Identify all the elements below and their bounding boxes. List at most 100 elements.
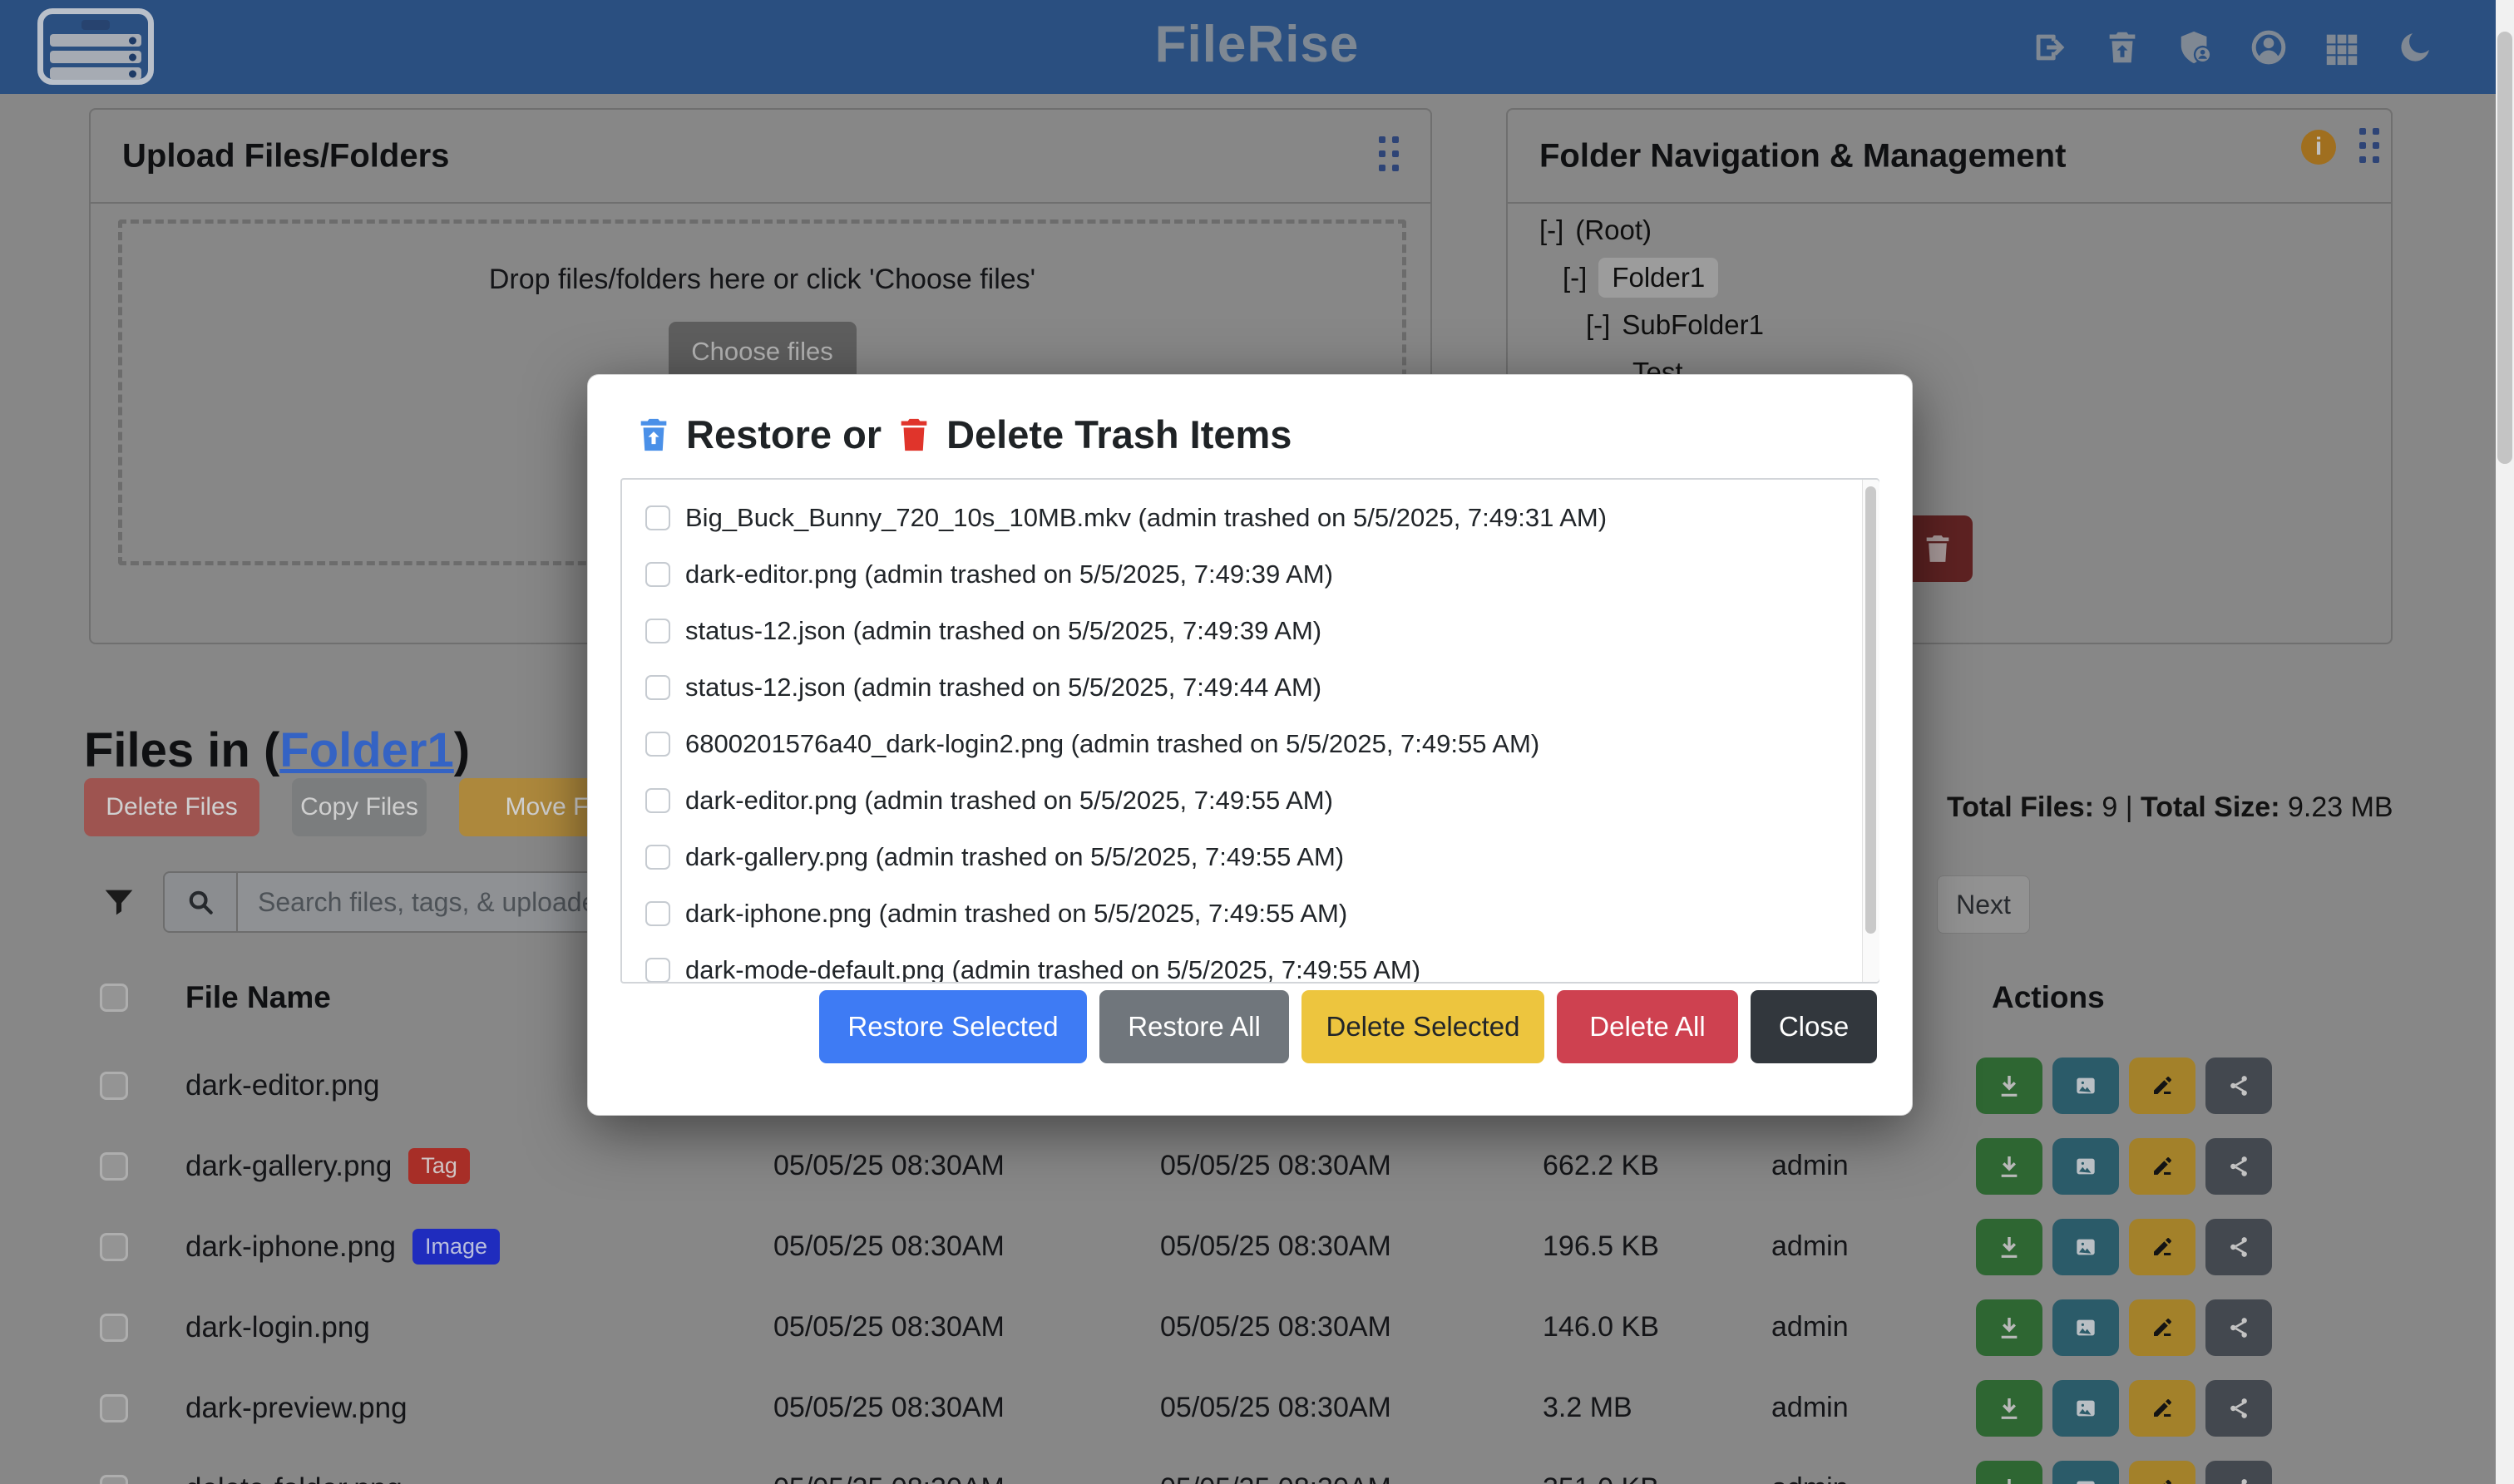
image-preview-button[interactable] xyxy=(2052,1219,2119,1275)
row-checkbox[interactable] xyxy=(100,1314,128,1342)
trash-modal: Restore or Delete Trash Items Big_Buck_B… xyxy=(587,374,1913,1116)
share-button[interactable] xyxy=(2205,1299,2272,1356)
row-actions xyxy=(1976,1287,2272,1368)
scrollbar-thumb[interactable] xyxy=(1865,486,1876,934)
header-icon-group xyxy=(2029,0,2435,94)
trash-item-row: dark-editor.png (admin trashed on 5/5/20… xyxy=(622,772,1878,829)
uploader-cell: admin xyxy=(1771,1368,1849,1448)
modified-date-cell: 05/05/25 08:30AM xyxy=(773,1368,1005,1448)
trash-item-row: status-12.json (admin trashed on 5/5/202… xyxy=(622,603,1878,659)
trash-item-row: dark-mode-default.png (admin trashed on … xyxy=(622,942,1878,984)
folder-tree-item[interactable]: [-] SubFolder1 xyxy=(1539,301,2378,348)
trash-item-checkbox[interactable] xyxy=(645,958,670,983)
image-preview-button[interactable] xyxy=(2052,1380,2119,1437)
share-button[interactable] xyxy=(2205,1138,2272,1195)
download-button[interactable] xyxy=(1976,1380,2042,1437)
file-name-column-header[interactable]: File Name xyxy=(185,980,331,1015)
files-section-heading: Files in (Folder1) xyxy=(84,722,470,778)
share-button[interactable] xyxy=(2205,1380,2272,1437)
edit-button[interactable] xyxy=(2129,1219,2195,1275)
trash-item-checkbox[interactable] xyxy=(645,901,670,926)
next-page-button[interactable]: Next xyxy=(1937,875,2030,934)
uploader-cell: admin xyxy=(1771,1126,1849,1206)
edit-button[interactable] xyxy=(2129,1299,2195,1356)
trash-item-label: dark-gallery.png (admin trashed on 5/5/2… xyxy=(685,842,1344,872)
folder-tree-item[interactable]: [-] (Root) xyxy=(1539,206,2378,254)
drag-handle-icon[interactable] xyxy=(2359,128,2379,166)
download-button[interactable] xyxy=(1976,1219,2042,1275)
table-row: dark-login.png 05/05/25 08:30AM 05/05/25… xyxy=(84,1287,2406,1368)
trash-item-checkbox[interactable] xyxy=(645,788,670,813)
file-action-button[interactable]: Copy Files xyxy=(292,778,427,836)
trash-item-row: status-12.json (admin trashed on 5/5/202… xyxy=(622,659,1878,716)
restore-trash-icon xyxy=(635,416,673,454)
share-button[interactable] xyxy=(2205,1461,2272,1484)
edit-button[interactable] xyxy=(2129,1058,2195,1114)
download-button[interactable] xyxy=(1976,1299,2042,1356)
modal-footer-button[interactable]: Close xyxy=(1751,990,1877,1063)
modal-footer-button[interactable]: Restore Selected xyxy=(819,990,1087,1063)
info-icon[interactable]: i xyxy=(2301,130,2336,165)
trash-restore-icon[interactable] xyxy=(2102,27,2142,67)
image-preview-button[interactable] xyxy=(2052,1138,2119,1195)
download-button[interactable] xyxy=(1976,1058,2042,1114)
image-preview-button[interactable] xyxy=(2052,1461,2119,1484)
modal-footer-button[interactable]: Restore All xyxy=(1099,990,1289,1063)
trash-item-row: dark-editor.png (admin trashed on 5/5/20… xyxy=(622,546,1878,603)
user-profile-icon[interactable] xyxy=(2249,27,2289,67)
trash-list-scrollbar[interactable] xyxy=(1862,480,1879,982)
current-folder-link[interactable]: Folder1 xyxy=(279,723,454,777)
share-button[interactable] xyxy=(2205,1219,2272,1275)
row-checkbox[interactable] xyxy=(100,1475,128,1484)
trash-item-checkbox[interactable] xyxy=(645,675,670,700)
page-scrollbar[interactable] xyxy=(2496,0,2514,1484)
tree-collapse-toggle[interactable]: [-] xyxy=(1539,214,1563,246)
row-checkbox[interactable] xyxy=(100,1394,128,1422)
trash-item-checkbox[interactable] xyxy=(645,619,670,643)
trash-item-row: dark-gallery.png (admin trashed on 5/5/2… xyxy=(622,829,1878,885)
select-all-checkbox[interactable] xyxy=(100,984,128,1012)
folder-tree-item[interactable]: [-] Folder1 xyxy=(1539,254,2378,301)
trash-item-checkbox[interactable] xyxy=(645,732,670,757)
table-row: delete-folder.png 05/05/25 08:30AM 05/05… xyxy=(84,1448,2406,1484)
trash-item-row: 6800201576a40_dark-login2.png (admin tra… xyxy=(622,716,1878,772)
tree-folder-label[interactable]: (Root) xyxy=(1575,214,1652,246)
tree-folder-label[interactable]: Folder1 xyxy=(1598,258,1718,298)
page-scrollbar-thumb[interactable] xyxy=(2497,32,2512,464)
uploaded-date-cell: 05/05/25 08:30AM xyxy=(1160,1287,1391,1368)
choose-files-button[interactable]: Choose files xyxy=(669,322,857,382)
filter-funnel-icon[interactable] xyxy=(100,883,138,921)
tree-collapse-toggle[interactable]: [-] xyxy=(1586,309,1610,341)
drag-handle-icon[interactable] xyxy=(1379,136,1399,175)
file-name-cell: delete-folder.png xyxy=(185,1448,403,1484)
file-action-button[interactable]: Delete Files xyxy=(84,778,259,836)
search-icon xyxy=(163,871,238,933)
download-button[interactable] xyxy=(1976,1461,2042,1484)
row-checkbox[interactable] xyxy=(100,1233,128,1261)
tree-folder-label[interactable]: SubFolder1 xyxy=(1622,309,1764,341)
image-preview-button[interactable] xyxy=(2052,1058,2119,1114)
trash-item-label: 6800201576a40_dark-login2.png (admin tra… xyxy=(685,729,1539,759)
edit-button[interactable] xyxy=(2129,1461,2195,1484)
tree-collapse-toggle[interactable]: [-] xyxy=(1563,262,1587,293)
logout-icon[interactable] xyxy=(2029,27,2069,67)
delete-folder-button[interactable] xyxy=(1903,515,1973,582)
modal-footer-button[interactable]: Delete Selected xyxy=(1301,990,1544,1063)
row-checkbox[interactable] xyxy=(100,1072,128,1100)
row-actions xyxy=(1976,1368,2272,1448)
share-button[interactable] xyxy=(2205,1058,2272,1114)
file-size-cell: 146.0 KB xyxy=(1543,1287,1659,1368)
admin-shield-icon[interactable] xyxy=(2176,27,2215,67)
image-preview-button[interactable] xyxy=(2052,1299,2119,1356)
trash-item-checkbox[interactable] xyxy=(645,505,670,530)
dark-mode-moon-icon[interactable] xyxy=(2395,27,2435,67)
edit-button[interactable] xyxy=(2129,1380,2195,1437)
trash-item-checkbox[interactable] xyxy=(645,845,670,870)
trash-item-checkbox[interactable] xyxy=(645,562,670,587)
edit-button[interactable] xyxy=(2129,1138,2195,1195)
table-row: dark-gallery.pngTag 05/05/25 08:30AM 05/… xyxy=(84,1126,2406,1206)
row-checkbox[interactable] xyxy=(100,1152,128,1181)
download-button[interactable] xyxy=(1976,1138,2042,1195)
modal-footer-button[interactable]: Delete All xyxy=(1557,990,1738,1063)
apps-grid-icon[interactable] xyxy=(2322,27,2362,67)
